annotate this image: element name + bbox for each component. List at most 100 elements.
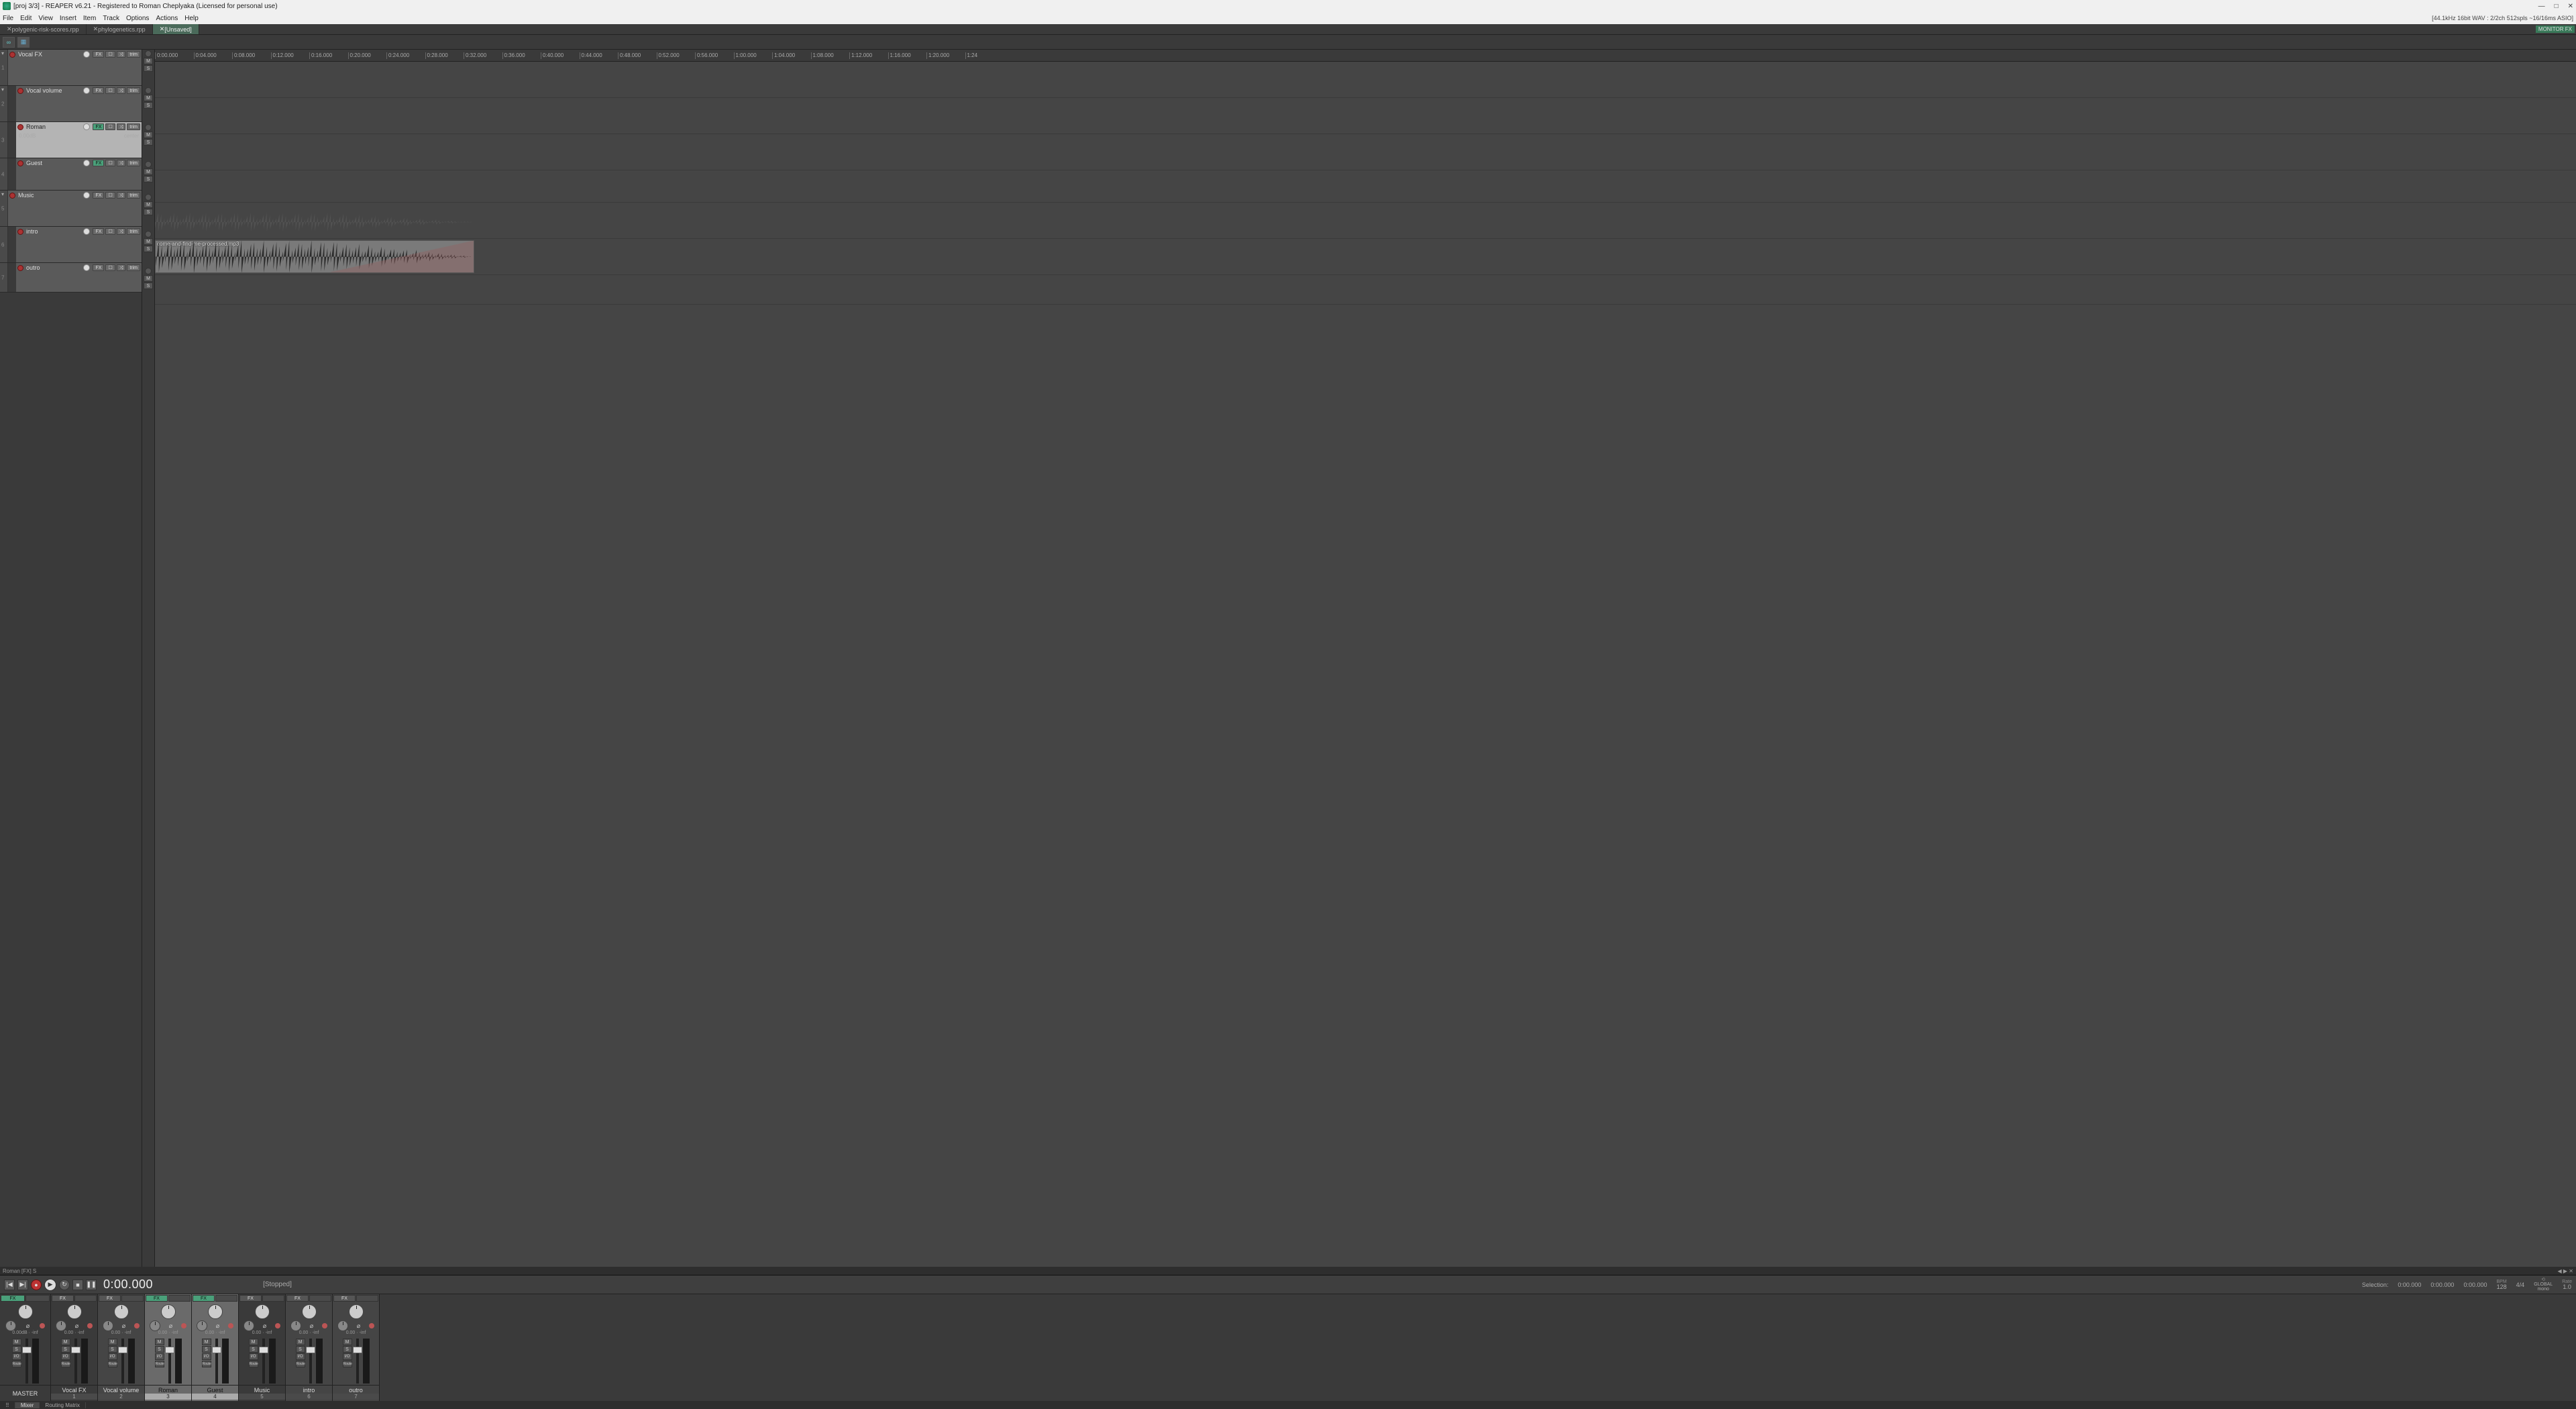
fx-button[interactable]: FX — [93, 264, 104, 271]
record-arm-button[interactable] — [17, 265, 23, 271]
project-tab[interactable]: ✕ [Unsaved] — [153, 24, 199, 34]
strip-solo[interactable]: S — [155, 1346, 164, 1353]
strip-send-slot[interactable] — [356, 1295, 378, 1302]
pan-knob[interactable] — [114, 1304, 129, 1319]
folder-handle[interactable]: ▾2 — [0, 86, 8, 121]
transport-go-end[interactable]: ▶| — [17, 1280, 28, 1290]
strip-send-slot[interactable] — [262, 1295, 284, 1302]
menu-view[interactable]: View — [38, 15, 53, 22]
strip-mute[interactable]: M — [249, 1339, 258, 1345]
phase-icon[interactable]: ⌀ — [263, 1322, 266, 1330]
fader[interactable] — [215, 1339, 218, 1384]
track-name[interactable]: Roman — [25, 123, 80, 130]
pan-knob[interactable] — [302, 1304, 317, 1319]
selection-start[interactable]: 0:00.000 — [2398, 1282, 2421, 1288]
record-arm-button[interactable] — [9, 193, 15, 199]
strip-fx-button[interactable]: FX — [52, 1295, 74, 1302]
mute-button[interactable]: M — [144, 95, 153, 101]
menu-actions[interactable]: Actions — [156, 15, 178, 22]
maximize-button[interactable]: □ — [2555, 3, 2559, 10]
strip-send-slot[interactable] — [168, 1295, 191, 1302]
arrange-lane[interactable] — [155, 98, 2576, 134]
strip-mute[interactable]: M — [296, 1339, 305, 1345]
width-knob[interactable] — [290, 1320, 301, 1331]
strip-route[interactable]: Route — [155, 1361, 164, 1367]
record-arm-button[interactable] — [17, 124, 23, 130]
docker-tab[interactable]: Routing Matrix — [40, 1402, 86, 1408]
arrange-zoom-controls[interactable]: ◀ ▶ ✕ — [2558, 1268, 2573, 1274]
strip-name-label[interactable]: Guest — [207, 1387, 223, 1394]
track-panel[interactable]: 4GuestFX☐⤨trim — [0, 158, 142, 191]
transport-repeat[interactable]: ↻ — [59, 1280, 70, 1290]
audio-device-info[interactable]: [44.1kHz 16bit WAV : 2/2ch 512spls ~16/1… — [2432, 15, 2573, 21]
playrate-cell[interactable]: Rate1.0 — [2562, 1280, 2572, 1290]
fx-button[interactable]: FX — [93, 160, 104, 166]
volume-knob[interactable] — [83, 264, 90, 271]
menu-track[interactable]: Track — [103, 15, 119, 22]
strip-mute[interactable]: M — [12, 1339, 21, 1345]
strip-solo[interactable]: S — [249, 1346, 258, 1353]
arrange-lane[interactable] — [155, 203, 2576, 239]
transport-record[interactable]: ● — [31, 1280, 42, 1290]
selection-length[interactable]: 0:00.000 — [2463, 1282, 2487, 1288]
strip-mute[interactable]: M — [108, 1339, 117, 1345]
strip-io[interactable]: I/O — [202, 1353, 211, 1360]
strip-fx-button[interactable]: FX — [286, 1295, 309, 1302]
rec-arm-led[interactable] — [87, 1323, 93, 1328]
track-panel[interactable]: ▾2Vocal volumeFX☐⤨trim — [0, 86, 142, 122]
menu-options[interactable]: Options — [126, 15, 149, 22]
strip-route[interactable]: Route — [108, 1361, 117, 1367]
transport-stop[interactable]: ■ — [72, 1280, 83, 1290]
arrange-lane[interactable] — [155, 62, 2576, 98]
close-button[interactable]: ✕ — [2568, 3, 2573, 10]
fx-button[interactable]: FX — [93, 123, 104, 130]
io-button[interactable]: ⤨ — [117, 264, 126, 271]
strip-io[interactable]: I/O — [249, 1353, 258, 1360]
record-arm-button[interactable] — [17, 88, 23, 94]
strip-solo[interactable]: S — [296, 1346, 305, 1353]
mixer-strip[interactable]: FX⌀0.00 · -infMSI/ORouteVocal volume2 — [98, 1294, 145, 1401]
fader[interactable] — [121, 1339, 124, 1384]
track-panel[interactable]: 6introFX☐⤨trim — [0, 227, 142, 263]
mixer-strip[interactable]: FX⌀0.00 · -infMSI/ORouteMusic5 — [239, 1294, 286, 1401]
project-tab[interactable]: ✕ polygenic-risk-scores.rpp — [0, 24, 87, 34]
strip-name-label[interactable]: Vocal volume — [103, 1387, 140, 1394]
lane-rec-icon[interactable] — [145, 268, 152, 274]
phase-icon[interactable]: ⌀ — [122, 1322, 125, 1330]
menu-file[interactable]: File — [3, 15, 13, 22]
strip-io[interactable]: I/O — [12, 1353, 21, 1360]
volume-knob[interactable] — [83, 192, 90, 199]
track-name[interactable]: Vocal FX — [17, 51, 80, 58]
lane-rec-icon[interactable] — [145, 87, 152, 94]
rec-arm-led[interactable] — [40, 1323, 45, 1328]
menu-help[interactable]: Help — [184, 15, 199, 22]
trim-button[interactable]: trim — [127, 51, 140, 58]
phase-icon[interactable]: ⌀ — [75, 1322, 78, 1330]
track-name[interactable]: Guest — [25, 160, 80, 166]
fader[interactable] — [25, 1339, 28, 1384]
pan-knob[interactable] — [255, 1304, 270, 1319]
record-arm-button[interactable] — [17, 229, 23, 235]
automation-mode[interactable]: ⟲GLOBALmono — [2534, 1277, 2553, 1292]
strip-name-label[interactable]: intro — [303, 1387, 315, 1394]
folder-handle[interactable]: 6 — [0, 227, 8, 262]
width-knob[interactable] — [150, 1320, 160, 1331]
solo-button[interactable]: S — [144, 209, 153, 215]
track-name[interactable]: outro — [25, 264, 80, 271]
project-tab[interactable]: ✕ phylogenetics.rpp — [87, 24, 153, 34]
rec-arm-led[interactable] — [181, 1323, 186, 1328]
minimize-button[interactable]: — — [2538, 3, 2545, 10]
fader[interactable] — [356, 1339, 359, 1384]
transport-go-start[interactable]: |◀ — [4, 1280, 15, 1290]
strip-name-label[interactable]: Vocal FX — [62, 1387, 86, 1394]
strip-route[interactable]: Route — [296, 1361, 305, 1367]
mute-button[interactable]: M — [144, 168, 153, 175]
volume-knob[interactable] — [83, 160, 90, 166]
track-panel[interactable]: ▾1Vocal FXFX☐⤨trim — [0, 50, 142, 86]
docker-grip-icon[interactable]: ⠿ — [0, 1402, 15, 1408]
io-button[interactable]: ⤨ — [117, 192, 126, 199]
strip-route[interactable]: Route — [249, 1361, 258, 1367]
phase-icon[interactable]: ⌀ — [357, 1322, 360, 1330]
strip-route[interactable]: Route — [12, 1361, 21, 1367]
strip-route[interactable]: Route — [343, 1361, 352, 1367]
